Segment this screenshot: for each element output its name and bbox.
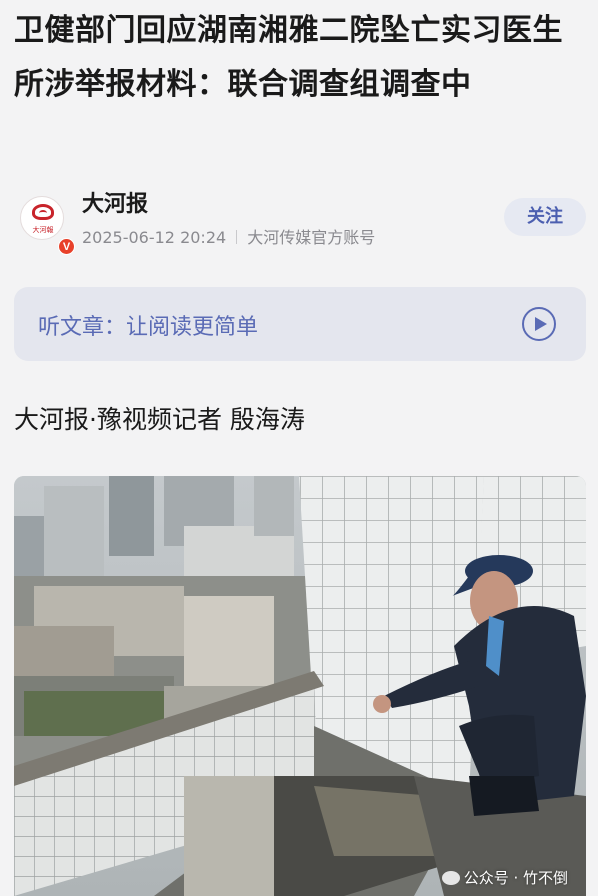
reporter-byline: 大河报·豫视频记者 殷海涛	[14, 405, 305, 434]
rooftop-scene-image	[14, 476, 586, 896]
author-avatar[interactable]: 大河報 V	[20, 196, 75, 255]
article-headline: 卫健部门回应湖南湘雅二院坠亡实习医生所涉举报材料：联合调查组调查中	[14, 13, 563, 102]
meta-divider	[236, 230, 238, 244]
verified-badge-icon: V	[58, 238, 75, 255]
newspaper-logo-icon	[32, 204, 54, 220]
listen-article-bar[interactable]: 听文章：让阅读更简单	[14, 287, 586, 361]
author-row: 大河報 V 大河报 2025-06-12 20:24 大河传媒官方账号 关注	[14, 186, 586, 255]
author-name[interactable]: 大河报	[82, 186, 148, 218]
account-type: 大河传媒官方账号	[247, 228, 376, 247]
play-circle-icon[interactable]	[522, 307, 556, 341]
wechat-icon	[441, 871, 460, 885]
publish-date: 2025-06-12 20:24	[82, 228, 227, 247]
watermark-text: 公众号 · 竹不倒	[463, 869, 568, 887]
follow-button[interactable]: 关注	[504, 198, 586, 236]
listen-label: 听文章：让阅读更简单	[38, 315, 259, 340]
article-photo[interactable]: 公众号 · 竹不倒	[14, 476, 586, 896]
wechat-watermark: 公众号 · 竹不倒	[441, 867, 568, 888]
avatar-logo-text: 大河報	[32, 226, 54, 234]
author-meta: 2025-06-12 20:24 大河传媒官方账号	[82, 224, 375, 248]
